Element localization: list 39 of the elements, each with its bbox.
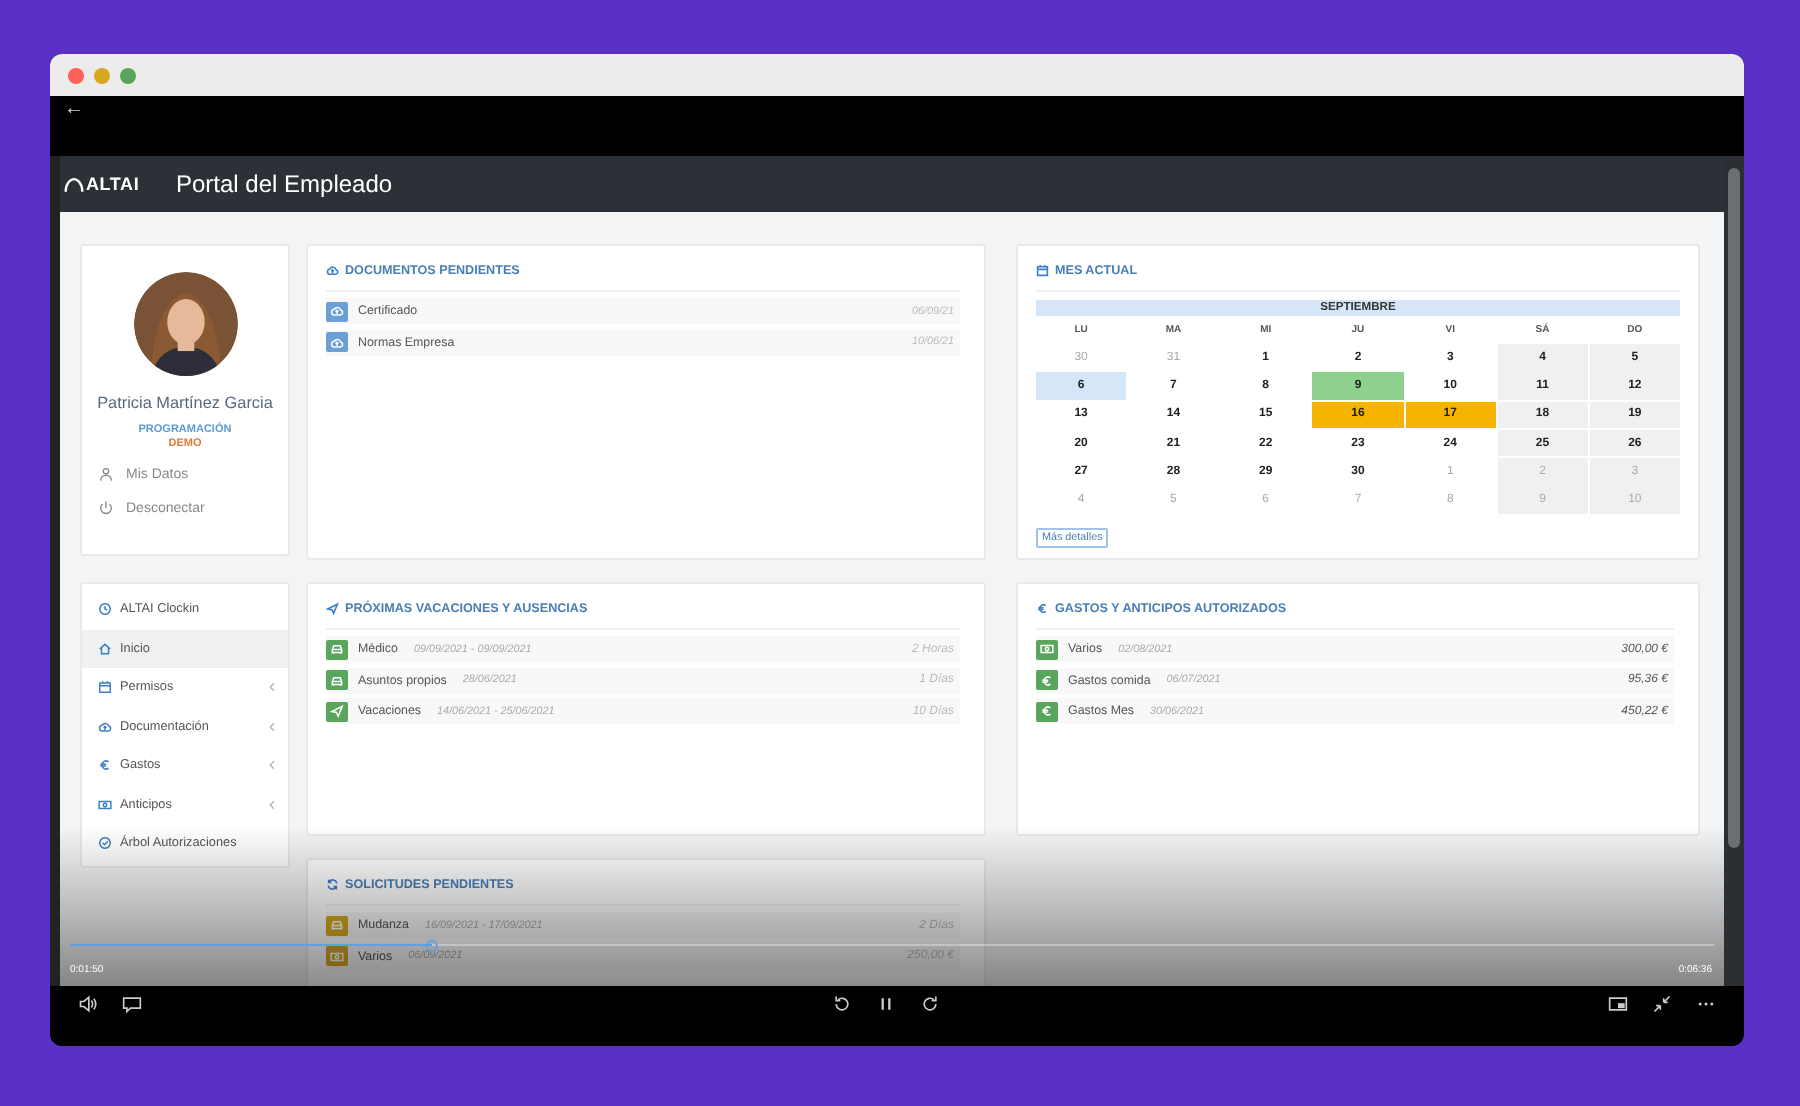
car-icon — [326, 915, 348, 935]
banknote-icon — [1036, 639, 1058, 659]
maximize-window-button[interactable] — [120, 67, 136, 83]
euro-icon — [1036, 602, 1049, 616]
banknote-icon — [326, 946, 348, 966]
back-button[interactable]: ← — [64, 98, 84, 122]
car-icon — [326, 639, 348, 659]
forward-icon[interactable] — [919, 994, 939, 1014]
check-icon — [98, 836, 112, 851]
app-title: Portal del Empleado — [176, 170, 393, 198]
cloud-icon — [98, 719, 112, 734]
calendar-icon — [1036, 264, 1049, 278]
cloud-icon — [326, 264, 339, 278]
user-icon — [98, 466, 114, 482]
logo-icon — [64, 175, 84, 193]
power-icon — [98, 500, 114, 516]
volume-icon[interactable] — [78, 994, 98, 1014]
employee-name: Patricia Martínez Garcia — [97, 394, 273, 412]
logo-text: ALTAI — [86, 174, 140, 194]
euro-icon — [1036, 701, 1058, 721]
captions-icon[interactable] — [122, 994, 142, 1014]
plane-icon — [326, 602, 339, 616]
clock-icon — [98, 602, 112, 617]
plane-icon — [326, 701, 348, 721]
banknote-icon — [98, 797, 112, 812]
refresh-icon — [326, 878, 339, 892]
euro-icon — [1036, 670, 1058, 690]
progress-handle[interactable] — [425, 940, 438, 952]
replay-icon[interactable] — [831, 994, 851, 1014]
close-window-button[interactable] — [68, 67, 84, 83]
cloud-icon — [326, 301, 348, 321]
car-icon — [326, 670, 348, 690]
exit-fullscreen-icon[interactable] — [1652, 994, 1672, 1014]
euro-icon — [98, 758, 112, 773]
miniplayer-icon[interactable] — [1608, 994, 1628, 1014]
cloud-icon — [326, 332, 348, 352]
calendar-icon — [98, 680, 112, 695]
home-icon — [98, 641, 112, 656]
scrollbar[interactable] — [1724, 156, 1744, 986]
